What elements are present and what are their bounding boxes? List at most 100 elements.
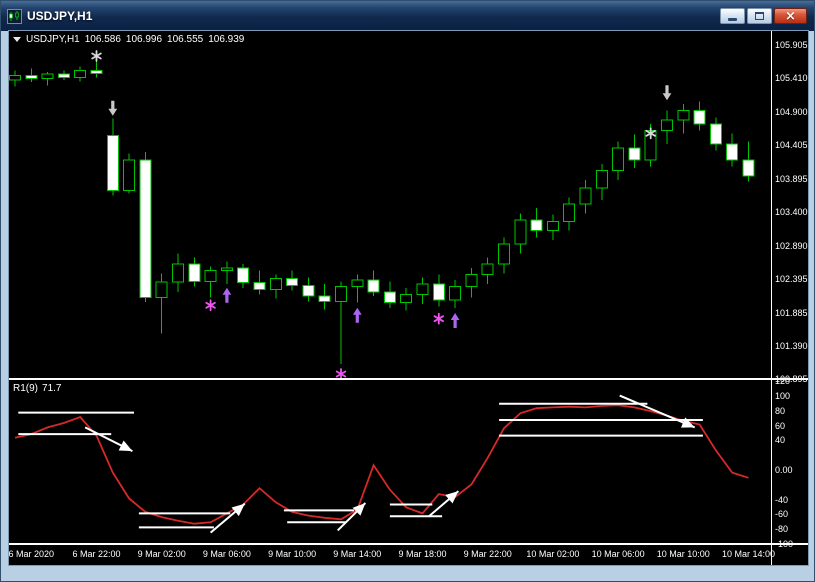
candle (400, 288, 413, 311)
price-label: 104.900 (775, 107, 808, 117)
candle (530, 208, 543, 238)
minimize-icon (728, 18, 737, 21)
candle (449, 280, 462, 308)
time-label: 9 Mar 18:00 (398, 549, 447, 559)
candle (204, 266, 217, 298)
candle (465, 268, 478, 298)
quote-close: 106.939 (208, 34, 245, 45)
indicator-chart (14, 394, 749, 534)
candle (481, 257, 494, 284)
indicator-scale-label: 120 (775, 376, 791, 386)
indicator-scale-label: 80 (775, 405, 786, 416)
indicator-name: R1(9) (13, 383, 39, 394)
trend-segment[interactable] (84, 426, 133, 452)
up-arrow-signal-icon (222, 287, 232, 303)
chevron-down-icon[interactable] (13, 37, 21, 42)
candle (726, 133, 739, 167)
time-label: 6 Mar 22:00 (72, 549, 121, 559)
time-label: 10 Mar 14:00 (721, 549, 776, 559)
candle (172, 253, 184, 292)
indicator-scale-label: 60 (775, 420, 786, 431)
indicator-scale-label: 40 (775, 435, 786, 446)
chart-area: USDJPY,H1 106.586 106.996 106.555 106.93… (9, 31, 808, 565)
quote-high: 106.996 (125, 34, 163, 45)
price-axis-separator (771, 31, 772, 565)
signal-markers (91, 50, 672, 378)
candle (595, 164, 608, 200)
up-arrow-signal-icon (450, 313, 460, 328)
indicator-value: 71.7 (42, 383, 62, 394)
price-label: 102.890 (775, 241, 808, 251)
close-button[interactable]: × (774, 8, 807, 24)
candle (302, 277, 315, 302)
up-arrow-signal-icon (352, 307, 362, 323)
candle (498, 237, 510, 274)
time-label: 10 Mar 02:00 (526, 549, 580, 559)
price-label: 105.410 (775, 73, 808, 83)
time-label: 9 Mar 06:00 (202, 549, 251, 559)
down-arrow-signal-icon (108, 100, 118, 116)
price-axis[interactable]: 105.905 105.410 104.900 104.405 103.895 103.4… (773, 31, 808, 384)
time-axis[interactable]: 6 Mar 2020 6 Mar 22:00 9 Mar 02:00 9 Mar 06… (9, 545, 775, 565)
chart-window: USDJPY,H1 × USDJPY,H1 106.586 106.996 10… (0, 0, 815, 582)
candle (742, 141, 755, 182)
window-controls: × (720, 8, 807, 24)
time-label: 9 Mar 14:00 (333, 549, 382, 559)
indicator-panel[interactable]: R1(9) 71.7 (9, 380, 771, 543)
star-signal-icon (335, 368, 347, 378)
indicator-axis[interactable]: 120 100 80 60 40 0.00 -40 -60 -80 -100 (773, 376, 808, 565)
indicator-scale-label: 100 (775, 390, 791, 401)
star-signal-icon (91, 50, 102, 62)
price-label: 103.895 (775, 174, 808, 184)
candle (661, 110, 673, 144)
time-label: 9 Mar 22:00 (463, 549, 512, 559)
chart-info: USDJPY,H1 106.586 106.996 106.555 106.93… (13, 34, 244, 45)
candle (9, 70, 21, 87)
candlestick-chart (9, 50, 755, 378)
trend-segment[interactable] (336, 502, 367, 532)
time-label: 9 Mar 02:00 (137, 549, 186, 559)
candle (546, 214, 559, 240)
trend-segment[interactable] (209, 502, 246, 534)
indicator-scale-label: -60 (775, 509, 789, 520)
indicator-line (14, 404, 749, 525)
star-signal-icon (433, 312, 444, 325)
candle (269, 274, 282, 299)
window-icon (7, 8, 22, 24)
quote-open: 106.586 (84, 34, 121, 45)
candle (139, 152, 152, 302)
candle (351, 274, 364, 303)
price-label: 101.390 (775, 341, 808, 351)
trend-segment[interactable] (619, 394, 696, 429)
candle (335, 281, 347, 364)
candle (74, 66, 87, 82)
indicator-scale-label: -40 (775, 494, 789, 505)
titlebar[interactable]: USDJPY,H1 × (1, 1, 814, 31)
candle (383, 281, 396, 308)
candle (237, 264, 250, 288)
candle (123, 153, 136, 194)
price-label: 103.400 (775, 207, 808, 217)
window-title: USDJPY,H1 (27, 9, 93, 23)
candles (9, 61, 755, 364)
candle (416, 277, 429, 304)
candle (25, 68, 38, 82)
price-label: 105.905 (775, 40, 808, 50)
candle (318, 284, 331, 310)
candle (90, 61, 103, 78)
candle (579, 180, 592, 214)
candle (253, 270, 266, 295)
minimize-button[interactable] (720, 8, 745, 24)
star-signal-icon (205, 299, 216, 312)
main-chart-panel[interactable]: USDJPY,H1 106.586 106.996 106.555 106.93… (9, 31, 771, 378)
candle (693, 101, 706, 131)
candle (432, 274, 445, 307)
candle (677, 104, 690, 134)
candle (514, 213, 527, 254)
restore-button[interactable] (747, 8, 772, 24)
quote-low: 106.555 (167, 34, 204, 45)
candle (57, 70, 70, 80)
candle (367, 270, 380, 296)
candle (220, 261, 233, 284)
candle (709, 117, 722, 151)
